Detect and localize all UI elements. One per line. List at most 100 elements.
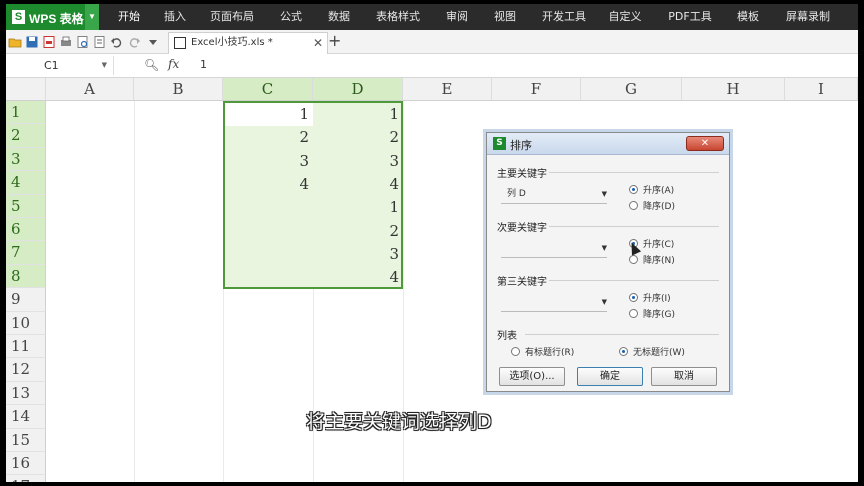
cell-c3[interactable]: 3 [223,152,309,170]
menu-data[interactable]: 数据 [320,4,358,30]
menu-screen-record[interactable]: 屏幕录制 [778,4,838,30]
options-button[interactable]: 选项(O)... [499,367,565,386]
menu-page-layout[interactable]: 页面布局 [204,4,260,30]
cancel-button[interactable]: 取消 [651,367,717,386]
cell-d1[interactable]: 1 [313,105,399,123]
cell-d2[interactable]: 2 [313,128,399,146]
tab-document[interactable]: Excel小技巧.xls * ✕ [168,32,328,54]
row-header[interactable]: 1 [6,101,46,125]
column-header-h[interactable]: H [682,78,785,101]
menu-table-style[interactable]: 表格样式 [370,4,426,30]
format-painter-icon[interactable] [93,35,107,49]
cell-d8[interactable]: 4 [313,268,399,286]
menu-developer[interactable]: 开发工具 [536,4,592,30]
row-header[interactable]: 14 [6,405,46,429]
dialog-title-bar[interactable]: S 排序 ✕ [487,133,729,155]
menu-home[interactable]: 开始 [110,4,148,30]
menu-pdf-tools[interactable]: PDF工具 [662,4,718,30]
open-folder-icon[interactable] [8,35,22,49]
third-descending-radio[interactable]: 降序(G) [629,307,675,320]
secondary-key-label: 次要关键字 [497,223,547,234]
row-header[interactable]: 11 [6,335,46,359]
row-header[interactable]: 2 [6,124,46,148]
ok-button[interactable]: 确定 [577,367,643,386]
name-box-value: C1 [44,59,59,72]
column-header-d[interactable]: D [313,78,403,101]
has-header-radio[interactable]: 有标题行(R) [511,345,574,358]
radio-label: 有标题行(R) [525,348,575,358]
redo-icon[interactable] [127,35,141,49]
radio-dot [629,185,638,194]
menu-formulas[interactable]: 公式 [272,4,310,30]
row-header[interactable]: 16 [6,452,46,476]
row-header[interactable]: 4 [6,171,46,195]
radio-label: 升序(A) [643,186,675,196]
row-header[interactable]: 6 [6,218,46,242]
chevron-down-icon[interactable]: ▼ [602,295,607,310]
cell-c4[interactable]: 4 [223,175,309,193]
gridline [134,101,135,482]
formula-input[interactable]: 1 [200,58,207,71]
column-header-f[interactable]: F [492,78,581,101]
primary-descending-radio[interactable]: 降序(D) [629,199,675,212]
customize-toolbar-icon[interactable] [146,35,160,49]
radio-label: 降序(N) [643,256,675,266]
chevron-down-icon[interactable]: ▼ [102,56,107,75]
new-tab-icon[interactable]: + [328,31,341,50]
column-header-a[interactable]: A [46,78,134,101]
formula-bar: C1 ▼ 🔍︎ fx 1 [6,54,858,78]
row-header[interactable]: 3 [6,147,46,172]
column-header-i[interactable]: I [785,78,858,101]
third-key-select[interactable]: ▼ [501,295,607,312]
column-header-e[interactable]: E [403,78,492,101]
secondary-key-select[interactable]: ▼ [501,241,607,258]
select-all-corner[interactable] [6,78,46,101]
cell-c2[interactable]: 2 [223,128,309,146]
print-preview-icon[interactable] [76,35,90,49]
no-header-radio[interactable]: 无标题行(W) [619,345,685,358]
cell-d6[interactable]: 2 [313,222,399,240]
name-box[interactable]: C1 ▼ [6,56,114,75]
row-header[interactable]: 12 [6,358,46,382]
chevron-down-icon[interactable]: ▼ [602,187,607,202]
row-header[interactable]: 7 [6,241,46,265]
close-button[interactable]: ✕ [686,136,724,151]
cell-d7[interactable]: 3 [313,245,399,263]
secondary-descending-radio[interactable]: 降序(N) [629,253,675,266]
row-header[interactable]: 5 [6,194,46,218]
menu-view[interactable]: 视图 [486,4,524,30]
close-tab-icon[interactable]: ✕ [313,33,323,53]
column-header-g[interactable]: G [581,78,682,101]
row-header[interactable]: 15 [6,428,46,452]
chevron-down-icon[interactable]: ▼ [85,4,99,30]
menu-review[interactable]: 审阅 [438,4,476,30]
menu-custom[interactable]: 自定义 [602,4,648,30]
row-header[interactable]: 13 [6,381,46,406]
cell-c1[interactable]: 1 [223,105,309,123]
save-icon[interactable] [25,35,39,49]
sort-dialog: S 排序 ✕ 主要关键字 列 D ▼ 升序(A) 降序(D) 次要关键字 ▼ 升… [486,132,730,392]
row-header[interactable]: 10 [6,311,46,335]
export-pdf-icon[interactable] [42,35,56,49]
radio-label: 升序(I) [643,294,671,304]
primary-key-select[interactable]: 列 D ▼ [501,187,607,204]
column-header-c[interactable]: C [223,78,313,101]
app-menu-button[interactable]: S WPS 表格 ▼ [6,4,99,30]
insert-function-button[interactable]: fx [168,57,179,71]
cell-d5[interactable]: 1 [313,198,399,216]
row-header[interactable]: 8 [6,264,46,289]
undo-icon[interactable] [110,35,124,49]
row-header[interactable]: 9 [6,288,46,312]
cell-d4[interactable]: 4 [313,175,399,193]
menu-insert[interactable]: 插入 [156,4,194,30]
print-icon[interactable] [59,35,73,49]
zoom-icon[interactable]: 🔍︎ [144,58,159,72]
column-header-b[interactable]: B [134,78,223,101]
primary-ascending-radio[interactable]: 升序(A) [629,183,674,196]
chevron-down-icon[interactable]: ▼ [602,241,607,256]
third-ascending-radio[interactable]: 升序(I) [629,291,671,304]
menu-templates[interactable]: 模板 [728,4,768,30]
cell-d3[interactable]: 3 [313,152,399,170]
row-header[interactable]: 17 [6,475,46,482]
video-subtitle: 将主要关键词选择列D [306,411,492,433]
